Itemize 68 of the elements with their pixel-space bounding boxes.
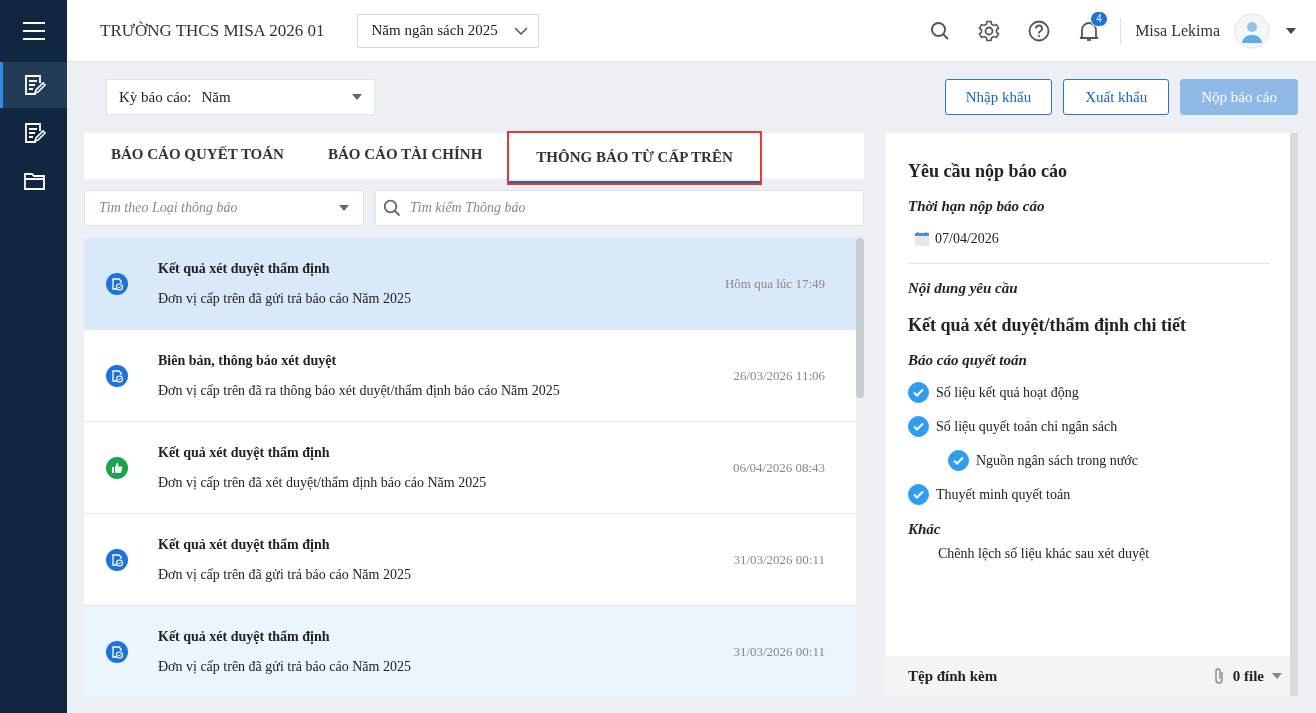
notification-title: Kết quả xét duyệt thẩm định (158, 444, 331, 461)
notification-message: Đơn vị cấp trên đã gửi trả báo cáo Năm 2025 (158, 658, 412, 675)
tab[interactable]: BÁO CÁO QUYẾT TOÁN (94, 133, 301, 179)
checklist-item: Nguồn ngân sách trong nước (976, 452, 1138, 469)
document-check-icon (106, 364, 128, 387)
thumbs-up-icon (106, 456, 128, 479)
deadline-date: 07/04/2026 (935, 231, 999, 247)
checklist-item: Số liệu kết quả hoạt động (936, 384, 1079, 401)
notification-title: Kết quả xét duyệt thẩm định (158, 536, 331, 553)
menu-icon[interactable] (21, 21, 46, 41)
notification-time: 31/03/2026 00:11 (733, 551, 825, 568)
deadline-label: Thời hạn nộp báo cáo (908, 198, 1045, 215)
chevron-down-icon (513, 26, 528, 35)
attachments-count[interactable]: 0 file (1232, 667, 1264, 685)
notification-item[interactable]: Kết quả xét duyệt thẩm định Đơn vị cấp trên đã gửi trả báo cáo Năm 2025 31/03/2026 00:11 (84, 606, 856, 696)
help-icon[interactable] (1028, 19, 1051, 42)
scrollbar-thumb[interactable] (856, 238, 864, 398)
notification-count: 4 (1090, 10, 1109, 27)
notification-message: Đơn vị cấp trên đã ra thông báo xét duyệt/thẩm định báo cáo Năm 2025 (158, 382, 561, 399)
action-button[interactable]: Nhập khẩu (944, 79, 1053, 115)
notification-item[interactable]: Kết quả xét duyệt thẩm định Đơn vị cấp trên đã gửi trả báo cáo Năm 2025 Hôm qua lúc 17:49 (84, 238, 856, 329)
caret-down-icon (352, 94, 362, 100)
notification-title: Biên bản, thông báo xét duyệt (158, 352, 338, 369)
organization-name: TRƯỜNG THCS MISA 2026 01 (100, 20, 325, 41)
tab[interactable]: BÁO CÁO TÀI CHÍNH (310, 133, 500, 179)
document-check-icon (106, 640, 128, 663)
other-item: Chênh lệch số liệu khác sau xét duyệt (938, 546, 1150, 562)
document-edit-icon (23, 74, 47, 96)
notification-type-dropdown[interactable]: Tìm theo Loại thông báo (84, 190, 364, 226)
detail-title: Yêu cầu nộp báo cáo (908, 161, 1068, 182)
notification-time: 31/03/2026 00:11 (733, 643, 825, 660)
other-label: Khác (908, 521, 941, 538)
attachments-label: Tệp đính kèm (908, 667, 998, 685)
content-label: Nội dung yêu cầu (908, 280, 1018, 297)
checklist-item: Thuyết minh quyết toán (936, 486, 1071, 503)
user-name[interactable]: Misa Lekima (1135, 21, 1220, 40)
search-icon[interactable] (930, 20, 951, 41)
detail-heading: Kết quả xét duyệt/thẩm định chi tiết (908, 315, 1186, 336)
notification-message: Đơn vị cấp trên đã gửi trả báo cáo Năm 2025 (158, 290, 412, 307)
calendar-icon (914, 231, 930, 247)
caret-down-icon (339, 205, 349, 211)
search-field[interactable]: Tìm kiếm Thông báo (375, 190, 864, 226)
notification-item[interactable]: Kết quả xét duyệt thẩm định Đơn vị cấp trên đã gửi trả báo cáo Năm 2025 31/03/2026 00:11 (84, 514, 856, 605)
notification-title: Kết quả xét duyệt thẩm định (158, 628, 331, 645)
report-period-dropdown[interactable]: Kỳ báo cáo: Năm (106, 79, 375, 115)
document-check-icon (106, 272, 128, 295)
document-check-icon (106, 548, 128, 571)
budget-year-dropdown[interactable]: Năm ngân sách 2025 (357, 13, 539, 48)
notification-time: 06/04/2026 08:43 (732, 459, 825, 476)
section-label: Báo cáo quyết toán (908, 352, 1027, 369)
checklist-item: Số liệu quyết toán chi ngân sách (936, 418, 1118, 435)
period-value: Năm (201, 88, 232, 106)
period-label: Kỳ báo cáo: (119, 88, 192, 106)
notification-item[interactable]: Kết quả xét duyệt thẩm định Đơn vị cấp trên đã xét duyệt/thẩm định báo cáo Năm 2025 06/04/2026 08:43 (84, 422, 856, 513)
folder-icon (23, 171, 47, 191)
notification-message: Đơn vị cấp trên đã gửi trả báo cáo Năm 2025 (158, 566, 412, 583)
action-button[interactable]: Xuất khẩu (1063, 79, 1170, 115)
tab[interactable]: THÔNG BÁO TỪ CẤP TRÊN (509, 133, 760, 183)
sidebar-item[interactable] (0, 62, 67, 108)
caret-down-icon[interactable] (1286, 27, 1296, 34)
notification-time: 26/03/2026 11:06 (733, 367, 825, 384)
settings-icon[interactable] (978, 19, 1001, 42)
notification-time: Hôm qua lúc 17:49 (725, 275, 825, 292)
notification-item[interactable]: Biên bản, thông báo xét duyệt Đơn vị cấp trên đã ra thông báo xét duyệt/thẩm định báo cáo Năm 2025 26/03/2026 11:06 (84, 330, 856, 421)
paperclip-icon[interactable] (1212, 667, 1225, 685)
document-edit-icon (23, 122, 47, 144)
notification-title: Kết quả xét duyệt thẩm định (158, 260, 331, 277)
notification-message: Đơn vị cấp trên đã xét duyệt/thẩm định báo cáo Năm 2025 (158, 474, 488, 491)
